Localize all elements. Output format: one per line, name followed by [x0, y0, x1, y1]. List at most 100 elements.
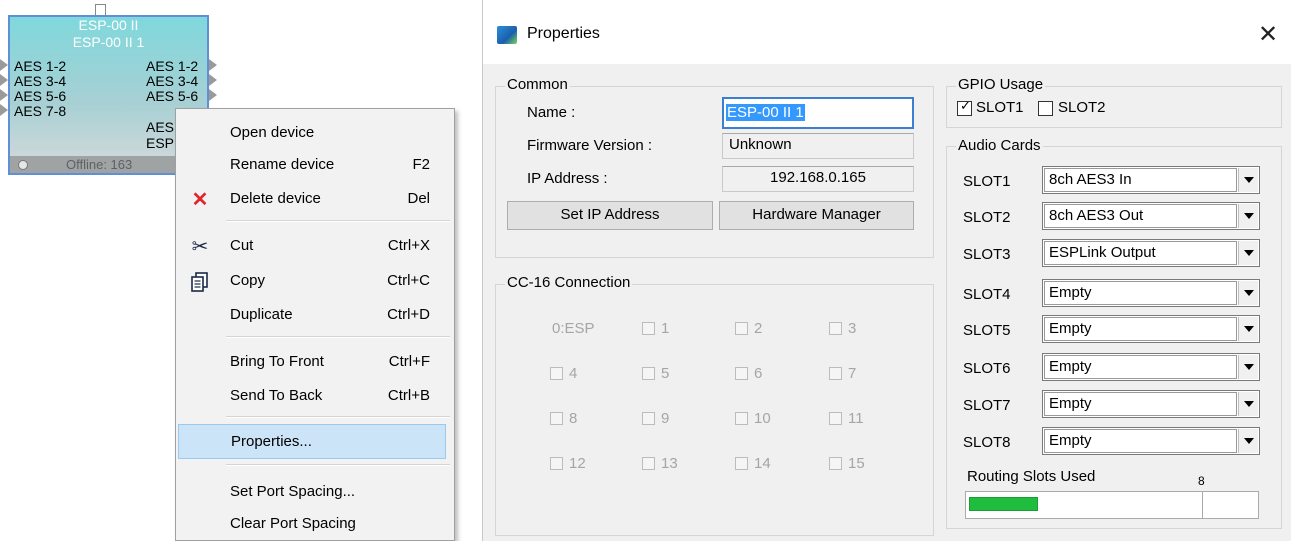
- cc16-checkbox[interactable]: [735, 412, 748, 425]
- menu-item-clear-port-spacing[interactable]: Clear Port Spacing: [176, 509, 454, 539]
- input-port-label: AES 7-8: [14, 103, 67, 119]
- dropdown-arrow-icon[interactable]: [1238, 392, 1258, 416]
- menu-item-duplicate[interactable]: Duplicate Ctrl+D: [176, 300, 454, 330]
- slot-label: SLOT2: [963, 209, 1011, 226]
- cc16-checkbox[interactable]: [642, 322, 655, 335]
- dialog-titlebar[interactable]: Properties ✕: [483, 0, 1291, 64]
- menu-item-label: Rename device: [230, 156, 335, 173]
- select-value: Empty: [1044, 281, 1237, 305]
- select-value: 8ch AES3 Out: [1044, 204, 1237, 228]
- input-port-arrow-icon[interactable]: [0, 74, 8, 86]
- cc16-checkbox[interactable]: [829, 322, 842, 335]
- menu-item-open-device[interactable]: Open device: [176, 118, 454, 148]
- dropdown-arrow-icon[interactable]: [1238, 281, 1258, 305]
- cc16-checkbox[interactable]: [550, 412, 563, 425]
- dropdown-arrow-icon[interactable]: [1238, 168, 1258, 192]
- menu-item-shortcut: Ctrl+D: [387, 306, 430, 323]
- cc16-checkbox[interactable]: [829, 412, 842, 425]
- cc16-checkbox[interactable]: [735, 322, 748, 335]
- output-port-label: AES 3-4: [146, 73, 199, 89]
- cc16-checkbox-label: 7: [848, 365, 857, 382]
- dropdown-arrow-icon[interactable]: [1238, 429, 1258, 453]
- dialog-title: Properties: [527, 25, 600, 42]
- select-value: Empty: [1044, 429, 1237, 453]
- slot1-select[interactable]: 8ch AES3 In: [1042, 166, 1260, 194]
- cc16-checkbox-label: 8: [569, 410, 578, 427]
- checkmark-icon: ✓: [960, 98, 971, 113]
- menu-separator: [226, 220, 450, 222]
- hardware-manager-button[interactable]: Hardware Manager: [719, 201, 914, 230]
- slot4-select[interactable]: Empty: [1042, 279, 1260, 307]
- menu-item-label: Cut: [230, 237, 254, 254]
- output-port-arrow-icon[interactable]: [209, 74, 217, 86]
- cc16-checkbox[interactable]: [829, 457, 842, 470]
- cc16-checkbox[interactable]: [735, 457, 748, 470]
- name-field[interactable]: ESP-00 II 1: [722, 97, 914, 129]
- menu-item-label: Delete device: [230, 190, 321, 207]
- slot3-select[interactable]: ESPLink Output: [1042, 239, 1260, 267]
- dropdown-arrow-icon[interactable]: [1238, 317, 1258, 341]
- menu-item-label: Send To Back: [230, 387, 323, 404]
- device-name: ESP-00 II 1: [72, 34, 145, 50]
- menu-item-bring-to-front[interactable]: Bring To Front Ctrl+F: [176, 347, 454, 377]
- slot6-select[interactable]: Empty: [1042, 353, 1260, 381]
- menu-item-cut[interactable]: ✂ Cut Ctrl+X: [176, 231, 454, 261]
- menu-item-properties[interactable]: Properties...: [178, 424, 446, 459]
- select-value: Empty: [1044, 392, 1237, 416]
- cc16-checkbox-label: 13: [661, 455, 678, 472]
- output-port-label: AES 1-2: [146, 58, 199, 74]
- gpio-slot2-checkbox[interactable]: [1038, 101, 1053, 116]
- name-label: Name :: [527, 104, 576, 121]
- menu-item-shortcut: F2: [412, 156, 430, 173]
- slot8-select[interactable]: Empty: [1042, 427, 1260, 455]
- cc16-checkbox[interactable]: [550, 367, 563, 380]
- menu-item-send-to-back[interactable]: Send To Back Ctrl+B: [176, 381, 454, 411]
- set-ip-address-button[interactable]: Set IP Address: [507, 201, 713, 230]
- input-port-arrow-icon[interactable]: [0, 104, 8, 116]
- cc16-checkbox[interactable]: [642, 457, 655, 470]
- output-port-arrow-icon[interactable]: [209, 89, 217, 101]
- device-status-text: Offline: 163: [66, 157, 133, 172]
- input-port-arrow-icon[interactable]: [0, 59, 8, 71]
- firmware-label: Firmware Version :: [527, 137, 653, 154]
- output-port-arrow-icon[interactable]: [209, 59, 217, 71]
- input-port-arrow-icon[interactable]: [0, 89, 8, 101]
- slot5-select[interactable]: Empty: [1042, 315, 1260, 343]
- menu-item-shortcut: Ctrl+F: [388, 353, 430, 370]
- cc16-checkbox[interactable]: [735, 367, 748, 380]
- cc16-checkbox-label: 5: [661, 365, 670, 382]
- menu-separator: [226, 416, 450, 418]
- slot-label: SLOT8: [963, 434, 1011, 451]
- slot2-select[interactable]: 8ch AES3 Out: [1042, 202, 1260, 230]
- menu-item-rename-device[interactable]: Rename device F2: [176, 150, 454, 180]
- menu-item-delete-device[interactable]: ✕ Delete device Del: [176, 184, 454, 214]
- menu-item-set-port-spacing[interactable]: Set Port Spacing...: [176, 477, 454, 507]
- slot-label: SLOT6: [963, 360, 1011, 377]
- cc16-checkbox[interactable]: [829, 367, 842, 380]
- cc16-checkbox[interactable]: [550, 457, 563, 470]
- common-legend: Common: [505, 76, 570, 93]
- menu-item-shortcut: Ctrl+B: [387, 387, 430, 404]
- output-port-label: ESP: [146, 135, 175, 151]
- menu-item-shortcut: Ctrl+C: [387, 272, 430, 289]
- gpio-slot1-checkbox[interactable]: ✓: [957, 98, 972, 116]
- input-port-label: AES 3-4: [14, 73, 67, 89]
- cc16-checkbox-label: 1: [661, 320, 670, 337]
- cc16-checkbox-label: 9: [661, 410, 670, 427]
- dropdown-arrow-icon[interactable]: [1238, 204, 1258, 228]
- select-value: Empty: [1044, 317, 1237, 341]
- close-icon[interactable]: ✕: [1250, 17, 1286, 53]
- slot7-select[interactable]: Empty: [1042, 390, 1260, 418]
- cc16-checkbox[interactable]: [642, 367, 655, 380]
- app-icon: [497, 26, 517, 44]
- gpio-slot2-label: SLOT2: [1058, 99, 1106, 116]
- output-port-label: AES 5-6: [146, 88, 199, 104]
- menu-item-copy[interactable]: Copy Ctrl+C: [176, 266, 454, 296]
- cc16-checkbox-label: 4: [569, 365, 578, 382]
- cc16-checkbox[interactable]: [642, 412, 655, 425]
- cc16-legend: CC-16 Connection: [505, 274, 633, 291]
- slot-label: SLOT7: [963, 397, 1011, 414]
- dropdown-arrow-icon[interactable]: [1238, 241, 1258, 265]
- firmware-field: Unknown: [722, 133, 914, 159]
- dropdown-arrow-icon[interactable]: [1238, 355, 1258, 379]
